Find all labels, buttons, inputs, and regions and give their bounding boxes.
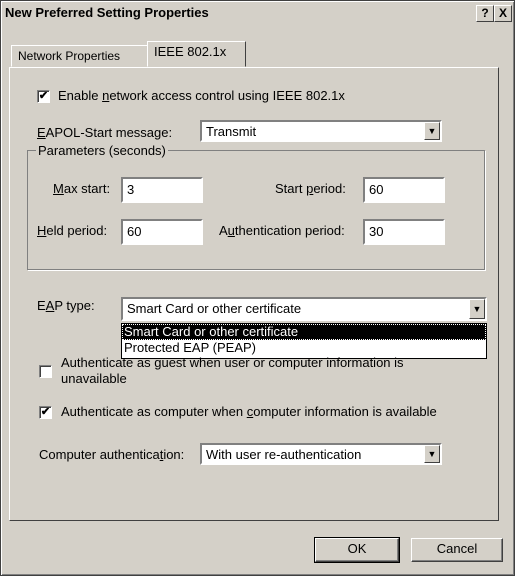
close-button[interactable]: X [494, 5, 512, 22]
parameters-legend: Parameters (seconds) [36, 143, 168, 158]
eapol-select[interactable]: Transmit ▼ [200, 120, 442, 142]
title-bar: New Preferred Setting Properties ? X [3, 3, 512, 23]
computer-authentication-value: With user re-authentication [206, 447, 362, 462]
eap-type-select[interactable]: Smart Card or other certificate ▼ [121, 297, 487, 321]
cancel-button[interactable]: Cancel [411, 538, 503, 562]
ok-button[interactable]: OK [314, 537, 400, 563]
computer-auth-checkbox[interactable]: ✔ [39, 406, 52, 419]
chevron-down-icon[interactable]: ▼ [424, 122, 440, 140]
start-period-field[interactable]: 60 [363, 177, 445, 203]
enable-8021x-label: Enable network access control using IEEE… [58, 88, 345, 103]
guest-checkbox[interactable] [39, 365, 52, 378]
guest-label-line2: unavailable [61, 371, 127, 386]
window-title: New Preferred Setting Properties [5, 5, 209, 20]
computer-authentication-select[interactable]: With user re-authentication ▼ [200, 443, 442, 465]
eapol-value: Transmit [206, 124, 257, 139]
computer-auth-label: Authenticate as computer when computer i… [61, 404, 437, 419]
auth-period-label: Authentication period: [219, 223, 345, 238]
properties-dialog: New Preferred Setting Properties ? X Net… [0, 0, 515, 576]
tab-network-properties[interactable]: Network Properties [11, 45, 149, 67]
eap-type-dropdown-list: Smart Card or other certificate Protecte… [121, 323, 487, 359]
eapol-label: EAPOL-Start message: [37, 125, 173, 140]
chevron-down-icon[interactable]: ▼ [424, 445, 440, 463]
start-period-label: Start period: [275, 181, 346, 196]
eap-type-label: EAP type: [37, 298, 95, 313]
eap-option-smart-card[interactable]: Smart Card or other certificate [122, 324, 486, 340]
parameters-group: Parameters (seconds) [27, 143, 485, 270]
chevron-down-icon[interactable]: ▼ [469, 299, 485, 319]
computer-authentication-label: Computer authentication: [39, 447, 185, 462]
eap-type-value: Smart Card or other certificate [127, 301, 302, 316]
help-button[interactable]: ? [476, 5, 494, 22]
held-period-label: Held period: [37, 223, 108, 238]
enable-8021x-checkbox[interactable]: ✔ [37, 90, 50, 103]
eap-option-peap[interactable]: Protected EAP (PEAP) [122, 340, 486, 356]
auth-period-field[interactable]: 30 [363, 219, 445, 245]
max-start-field[interactable]: 3 [121, 177, 203, 203]
held-period-field[interactable]: 60 [121, 219, 203, 245]
guest-label: Authenticate as guest when user or compu… [61, 355, 404, 370]
tab-ieee-8021x[interactable]: IEEE 802.1x [147, 41, 246, 67]
max-start-label: Max start: [53, 181, 111, 196]
